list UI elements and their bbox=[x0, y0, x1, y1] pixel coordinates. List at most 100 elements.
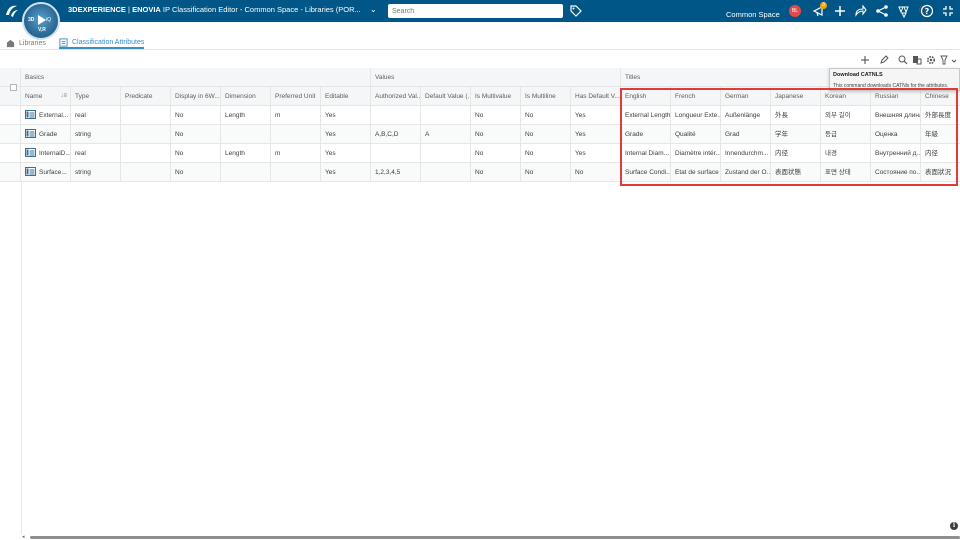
info-icon[interactable]: i bbox=[950, 522, 958, 530]
table-cell[interactable]: Yes bbox=[571, 125, 621, 144]
column-header[interactable]: Japanese bbox=[771, 87, 821, 106]
table-cell[interactable]: InternalD... bbox=[21, 144, 71, 163]
table-cell[interactable]: No bbox=[521, 125, 571, 144]
table-cell[interactable] bbox=[271, 125, 321, 144]
table-cell[interactable]: 표면 상태 bbox=[821, 163, 871, 182]
share-icon[interactable] bbox=[853, 4, 867, 18]
table-cell[interactable] bbox=[421, 144, 471, 163]
table-cell[interactable]: Innendurchm... bbox=[721, 144, 771, 163]
horizontal-scrollbar-thumb[interactable] bbox=[30, 536, 960, 539]
table-cell[interactable]: Внутренний д... bbox=[871, 144, 921, 163]
tag-icon[interactable] bbox=[570, 5, 582, 17]
table-cell[interactable] bbox=[221, 163, 271, 182]
table-cell[interactable] bbox=[421, 106, 471, 125]
collapse-icon[interactable] bbox=[941, 4, 955, 18]
space-label[interactable]: Common Space bbox=[726, 10, 780, 19]
table-cell[interactable]: External... bbox=[21, 106, 71, 125]
table-cell[interactable]: Außenlänge bbox=[721, 106, 771, 125]
row-gutter[interactable] bbox=[0, 125, 21, 144]
column-header[interactable]: Display in 6W... bbox=[171, 87, 221, 106]
table-cell[interactable]: Longueur Exte... bbox=[671, 106, 721, 125]
column-header[interactable]: English bbox=[621, 87, 671, 106]
add-icon[interactable] bbox=[833, 4, 847, 18]
row-gutter[interactable] bbox=[0, 144, 21, 163]
table-cell[interactable] bbox=[121, 144, 171, 163]
select-all-checkbox[interactable] bbox=[10, 84, 17, 91]
table-cell[interactable]: 외부 길이 bbox=[821, 106, 871, 125]
table-cell[interactable]: No bbox=[471, 163, 521, 182]
table-cell[interactable]: m bbox=[271, 106, 321, 125]
table-cell[interactable]: No bbox=[171, 144, 221, 163]
table-cell[interactable]: Yes bbox=[321, 144, 371, 163]
column-header[interactable]: Preferred Unit bbox=[271, 87, 321, 106]
table-cell[interactable]: 学年 bbox=[771, 125, 821, 144]
table-cell[interactable]: 등급 bbox=[821, 125, 871, 144]
table-cell[interactable]: A,B,C,D bbox=[371, 125, 421, 144]
table-cell[interactable] bbox=[371, 106, 421, 125]
table-cell[interactable]: Length bbox=[221, 106, 271, 125]
table-cell[interactable]: Grad bbox=[721, 125, 771, 144]
title-chevron-down-icon[interactable]: ⌄ bbox=[370, 5, 377, 14]
edit-icon[interactable] bbox=[879, 55, 889, 65]
search-icon[interactable] bbox=[898, 55, 908, 65]
table-cell[interactable]: real bbox=[71, 144, 121, 163]
column-header[interactable]: Dimension bbox=[221, 87, 271, 106]
table-cell[interactable]: Length bbox=[221, 144, 271, 163]
table-cell[interactable]: No bbox=[521, 163, 571, 182]
horizontal-scrollbar[interactable]: ◂ bbox=[22, 534, 960, 540]
table-cell[interactable]: Grade bbox=[621, 125, 671, 144]
table-cell[interactable]: string bbox=[71, 163, 121, 182]
table-cell[interactable] bbox=[421, 163, 471, 182]
table-cell[interactable]: Yes bbox=[321, 106, 371, 125]
column-header[interactable]: Editable bbox=[321, 87, 371, 106]
table-cell[interactable]: No bbox=[521, 144, 571, 163]
table-cell[interactable]: No bbox=[471, 144, 521, 163]
table-cell[interactable]: Оценка bbox=[871, 125, 921, 144]
row-gutter[interactable] bbox=[0, 106, 21, 125]
search-box[interactable]: ⌄ bbox=[388, 4, 946, 18]
table-cell[interactable] bbox=[121, 163, 171, 182]
table-cell[interactable]: A bbox=[421, 125, 471, 144]
table-cell[interactable]: Yes bbox=[571, 144, 621, 163]
table-cell[interactable]: Yes bbox=[571, 106, 621, 125]
table-cell[interactable]: No bbox=[521, 106, 571, 125]
table-cell[interactable]: 表面狀況 bbox=[921, 163, 960, 182]
column-header[interactable]: Has Default V... bbox=[571, 87, 621, 106]
table-cell[interactable] bbox=[221, 125, 271, 144]
download-icon[interactable] bbox=[912, 55, 922, 65]
table-cell[interactable]: m bbox=[271, 144, 321, 163]
table-cell[interactable]: 外長 bbox=[771, 106, 821, 125]
compass-button[interactable]: 3D iQ V,R bbox=[22, 2, 60, 40]
table-cell[interactable]: External Length bbox=[621, 106, 671, 125]
table-cell[interactable]: No bbox=[571, 163, 621, 182]
column-header[interactable]: French bbox=[671, 87, 721, 106]
table-cell[interactable]: No bbox=[171, 106, 221, 125]
table-cell[interactable] bbox=[371, 144, 421, 163]
table-cell[interactable]: Grade bbox=[21, 125, 71, 144]
attribute-name[interactable]: External... bbox=[39, 112, 68, 119]
help-icon[interactable]: ? bbox=[920, 4, 934, 18]
table-cell[interactable]: No bbox=[471, 125, 521, 144]
table-cell[interactable]: Diamètre intér... bbox=[671, 144, 721, 163]
column-header[interactable]: Authorized Val... bbox=[371, 87, 421, 106]
table-cell[interactable]: Внешняя длина bbox=[871, 106, 921, 125]
table-cell[interactable] bbox=[271, 163, 321, 182]
column-header[interactable]: Type bbox=[71, 87, 121, 106]
table-cell[interactable]: Zustand der O... bbox=[721, 163, 771, 182]
table-cell[interactable]: No bbox=[171, 163, 221, 182]
table-cell[interactable]: real bbox=[71, 106, 121, 125]
table-cell[interactable]: 年級 bbox=[921, 125, 960, 144]
table-cell[interactable]: 表面状態 bbox=[771, 163, 821, 182]
row-gutter[interactable] bbox=[0, 163, 21, 182]
attribute-name[interactable]: Grade bbox=[39, 131, 57, 138]
column-header[interactable]: Predicate bbox=[121, 87, 171, 106]
table-cell[interactable]: 내경 bbox=[821, 144, 871, 163]
sort-icon[interactable]: ↓≡ bbox=[60, 87, 67, 105]
table-cell[interactable]: Surface Condi... bbox=[621, 163, 671, 182]
column-header[interactable]: Default Value (... bbox=[421, 87, 471, 106]
filter-icon[interactable] bbox=[940, 55, 958, 65]
column-header[interactable]: Name ↓≡ bbox=[21, 87, 71, 106]
attribute-name[interactable]: Surface... bbox=[39, 169, 67, 176]
table-cell[interactable]: Etat de surface bbox=[671, 163, 721, 182]
table-cell[interactable] bbox=[121, 125, 171, 144]
